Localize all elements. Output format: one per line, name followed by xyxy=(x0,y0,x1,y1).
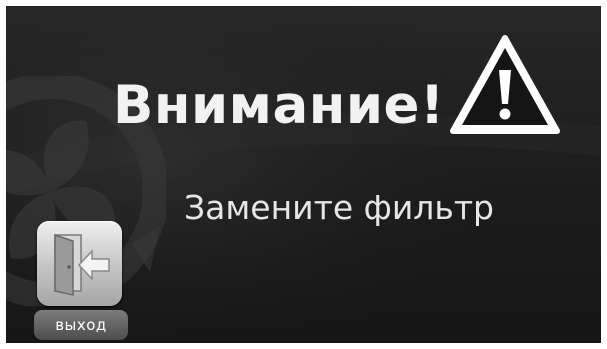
exit-button[interactable]: выход xyxy=(34,221,128,343)
alert-message: Замените фильтр xyxy=(184,188,494,227)
exit-button-label[interactable]: выход xyxy=(34,310,128,340)
alert-title: Внимание! xyxy=(113,75,445,136)
exit-button-tile[interactable] xyxy=(37,221,122,306)
alert-screen: Внимание! Замените фильтр выход xyxy=(6,6,601,343)
warning-triangle-icon xyxy=(450,35,560,134)
exit-door-icon xyxy=(54,233,110,296)
